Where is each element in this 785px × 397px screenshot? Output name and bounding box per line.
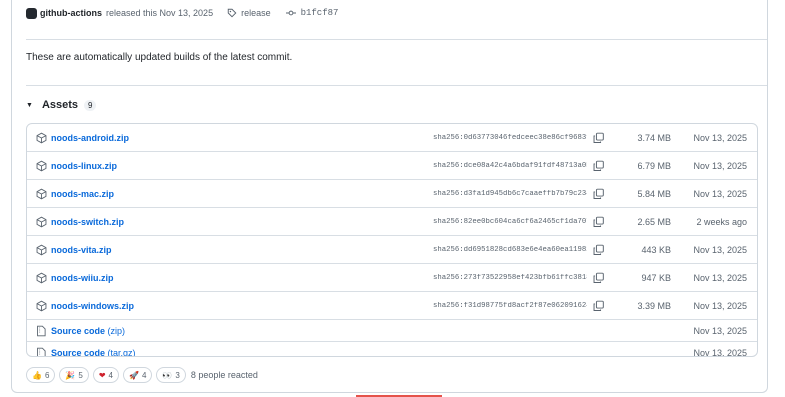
- eyes-icon: 👀: [162, 370, 173, 380]
- asset-sha: sha256:0d63773046fedceec38e86cf9683f…: [433, 133, 587, 142]
- assets-count-badge: 9: [84, 99, 97, 111]
- reaction-heart[interactable]: ❤ 4: [92, 367, 119, 383]
- release-description: These are automatically updated builds o…: [26, 52, 293, 63]
- package-icon: [36, 216, 47, 227]
- reactions-bar: 👍 6 🎉 5 ❤ 4 🚀 4 👀 3 8 people reacted: [26, 367, 258, 383]
- package-icon: [36, 244, 47, 255]
- source-format: (tar.gz): [107, 347, 136, 357]
- copy-icon[interactable]: [593, 132, 604, 143]
- package-icon: [36, 188, 47, 199]
- source-row: Source code (zip) Nov 13, 2025: [27, 320, 757, 342]
- page-bottom-edge: [0, 392, 785, 397]
- asset-link[interactable]: noods-wiiu.zip: [51, 273, 114, 283]
- copy-icon[interactable]: [593, 272, 604, 283]
- asset-sha: sha256:dd6951828cd683e6e4ea60ea11982…: [433, 245, 587, 254]
- asset-link[interactable]: noods-vita.zip: [51, 245, 112, 255]
- package-icon: [36, 300, 47, 311]
- source-label: Source code: [51, 347, 106, 357]
- asset-date: Nov 13, 2025: [693, 300, 747, 311]
- tag-link[interactable]: release: [241, 8, 271, 18]
- release-card: github-actions released this Nov 13, 202…: [11, 0, 768, 393]
- asset-sha: sha256:273f73522958ef423bfb61ffc3818…: [433, 273, 587, 282]
- asset-size: 443 KB: [641, 244, 671, 255]
- asset-date: Nov 13, 2025: [693, 188, 747, 199]
- asset-size: 2.65 MB: [637, 216, 671, 227]
- asset-link[interactable]: noods-switch.zip: [51, 217, 124, 227]
- copy-icon[interactable]: [593, 300, 604, 311]
- asset-date: Nov 13, 2025: [693, 160, 747, 171]
- source-label: Source code: [51, 325, 106, 336]
- released-text: released this Nov 13, 2025: [106, 8, 214, 18]
- asset-size: 947 KB: [641, 272, 671, 283]
- asset-row: noods-mac.zip sha256:d3fa1d945db6c7caaef…: [27, 180, 757, 208]
- divider: [26, 85, 767, 86]
- asset-date: Nov 13, 2025: [693, 244, 747, 255]
- caret-down-icon: ▼: [26, 101, 33, 109]
- reaction-thumbs-up[interactable]: 👍 6: [26, 367, 56, 383]
- source-date: Nov 13, 2025: [693, 325, 747, 336]
- asset-row: noods-switch.zip sha256:82ee0bc604ca6cf6…: [27, 208, 757, 236]
- asset-link[interactable]: noods-windows.zip: [51, 301, 134, 311]
- thumbs-up-icon: 👍: [32, 370, 42, 380]
- asset-link[interactable]: noods-linux.zip: [51, 161, 117, 171]
- asset-row: noods-vita.zip sha256:dd6951828cd683e6e4…: [27, 236, 757, 264]
- asset-link[interactable]: noods-mac.zip: [51, 189, 114, 199]
- asset-date: Nov 13, 2025: [693, 272, 747, 283]
- author-name[interactable]: github-actions: [40, 8, 102, 18]
- source-link[interactable]: Source code (tar.gz): [51, 347, 136, 357]
- asset-row: noods-linux.zip sha256:dce08a42c4a6bdaf9…: [27, 152, 757, 180]
- package-icon: [36, 132, 47, 143]
- author-avatar[interactable]: [26, 7, 37, 19]
- asset-size: 3.39 MB: [637, 300, 671, 311]
- reaction-eyes[interactable]: 👀 3: [156, 367, 186, 383]
- assets-toggle[interactable]: ▼ Assets 9: [26, 97, 97, 113]
- asset-size: 3.74 MB: [637, 132, 671, 143]
- reaction-count: 3: [175, 370, 180, 380]
- file-zip-icon: [36, 325, 46, 336]
- copy-icon[interactable]: [593, 160, 604, 171]
- asset-size: 5.84 MB: [637, 188, 671, 199]
- divider: [26, 39, 767, 40]
- asset-size: 6.79 MB: [637, 160, 671, 171]
- source-date: Nov 13, 2025: [693, 347, 747, 357]
- source-row: Source code (tar.gz) Nov 13, 2025: [27, 342, 757, 357]
- commit-link[interactable]: b1fcf87: [301, 8, 339, 18]
- release-meta: github-actions released this Nov 13, 202…: [26, 4, 338, 22]
- asset-date: Nov 13, 2025: [693, 132, 747, 143]
- assets-list: noods-android.zip sha256:0d63773046fedce…: [26, 123, 758, 357]
- reaction-count: 4: [108, 370, 113, 380]
- asset-date: 2 weeks ago: [696, 216, 747, 227]
- asset-row: noods-android.zip sha256:0d63773046fedce…: [27, 124, 757, 152]
- reactions-summary: 8 people reacted: [190, 370, 258, 380]
- asset-sha: sha256:f31d98775fd8acf2f87e062091624…: [433, 301, 587, 310]
- reaction-count: 4: [141, 370, 147, 380]
- reaction-tada[interactable]: 🎉 5: [59, 367, 89, 383]
- reaction-rocket[interactable]: 🚀 4: [123, 367, 153, 383]
- source-format: (zip): [107, 325, 126, 336]
- package-icon: [36, 272, 47, 283]
- file-zip-icon: [36, 347, 46, 356]
- asset-sha: sha256:dce08a42c4a6bdaf91fdf48713a0b…: [433, 161, 587, 170]
- rocket-icon: 🚀: [129, 370, 139, 380]
- reaction-count: 5: [78, 370, 83, 380]
- asset-row: noods-windows.zip sha256:f31d98775fd8acf…: [27, 292, 757, 320]
- reaction-count: 6: [44, 370, 50, 380]
- heart-icon: ❤: [98, 370, 106, 380]
- asset-sha: sha256:82ee0bc604ca6cf6a2465cf1da707…: [433, 217, 587, 226]
- commit-icon: [285, 8, 297, 18]
- asset-link[interactable]: noods-android.zip: [51, 133, 129, 143]
- package-icon: [36, 160, 47, 171]
- asset-sha: sha256:d3fa1d945db6c7caaeffb7b79c234…: [433, 189, 587, 198]
- copy-icon[interactable]: [593, 216, 604, 227]
- source-link[interactable]: Source code (zip): [51, 326, 125, 336]
- asset-row: noods-wiiu.zip sha256:273f73522958ef423b…: [27, 264, 757, 292]
- copy-icon[interactable]: [593, 244, 604, 255]
- tada-icon: 🎉: [65, 370, 76, 380]
- tag-icon: [227, 8, 237, 18]
- copy-icon[interactable]: [593, 188, 604, 199]
- assets-title: Assets: [41, 99, 79, 111]
